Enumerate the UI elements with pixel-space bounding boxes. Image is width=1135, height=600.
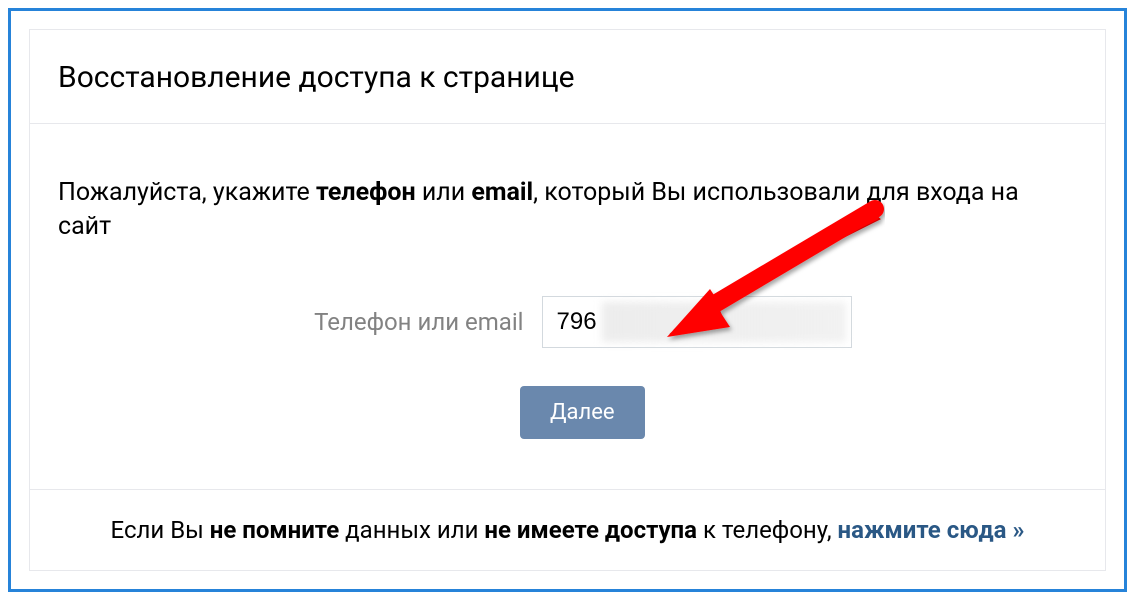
click-here-link[interactable]: нажмите сюда »	[838, 516, 1025, 544]
footer-section: Если Вы не помните данных или не имеете …	[30, 489, 1105, 570]
button-row: Далее	[58, 386, 1077, 439]
phone-email-input[interactable]	[542, 296, 852, 348]
instruction-bold-email: email	[471, 178, 533, 207]
phone-email-label: Телефон или email	[284, 308, 524, 336]
header-section: Восстановление доступа к странице	[30, 30, 1105, 124]
page-title: Восстановление доступа к странице	[58, 60, 1077, 95]
footer-text: Если Вы не помните данных или не имеете …	[58, 516, 1077, 544]
content-section: Пожалуйста, укажите телефон или email, к…	[30, 124, 1105, 489]
instruction-mid: или	[416, 178, 472, 207]
footer-bold-remember: не помните	[210, 516, 339, 544]
footer-mid1: данных или	[339, 516, 484, 544]
outer-frame: Восстановление доступа к странице Пожалу…	[8, 8, 1127, 592]
next-button[interactable]: Далее	[520, 386, 645, 439]
instruction-text: Пожалуйста, укажите телефон или email, к…	[58, 176, 1077, 244]
footer-bold-access: не имеете доступа	[484, 516, 697, 544]
footer-mid2: к телефону,	[697, 516, 838, 544]
instruction-bold-phone: телефон	[316, 178, 416, 207]
input-wrapper	[542, 296, 852, 348]
recovery-panel: Восстановление доступа к странице Пожалу…	[29, 29, 1106, 571]
instruction-prefix: Пожалуйста, укажите	[58, 178, 316, 207]
form-row: Телефон или email	[58, 296, 1077, 348]
footer-prefix: Если Вы	[111, 516, 210, 544]
